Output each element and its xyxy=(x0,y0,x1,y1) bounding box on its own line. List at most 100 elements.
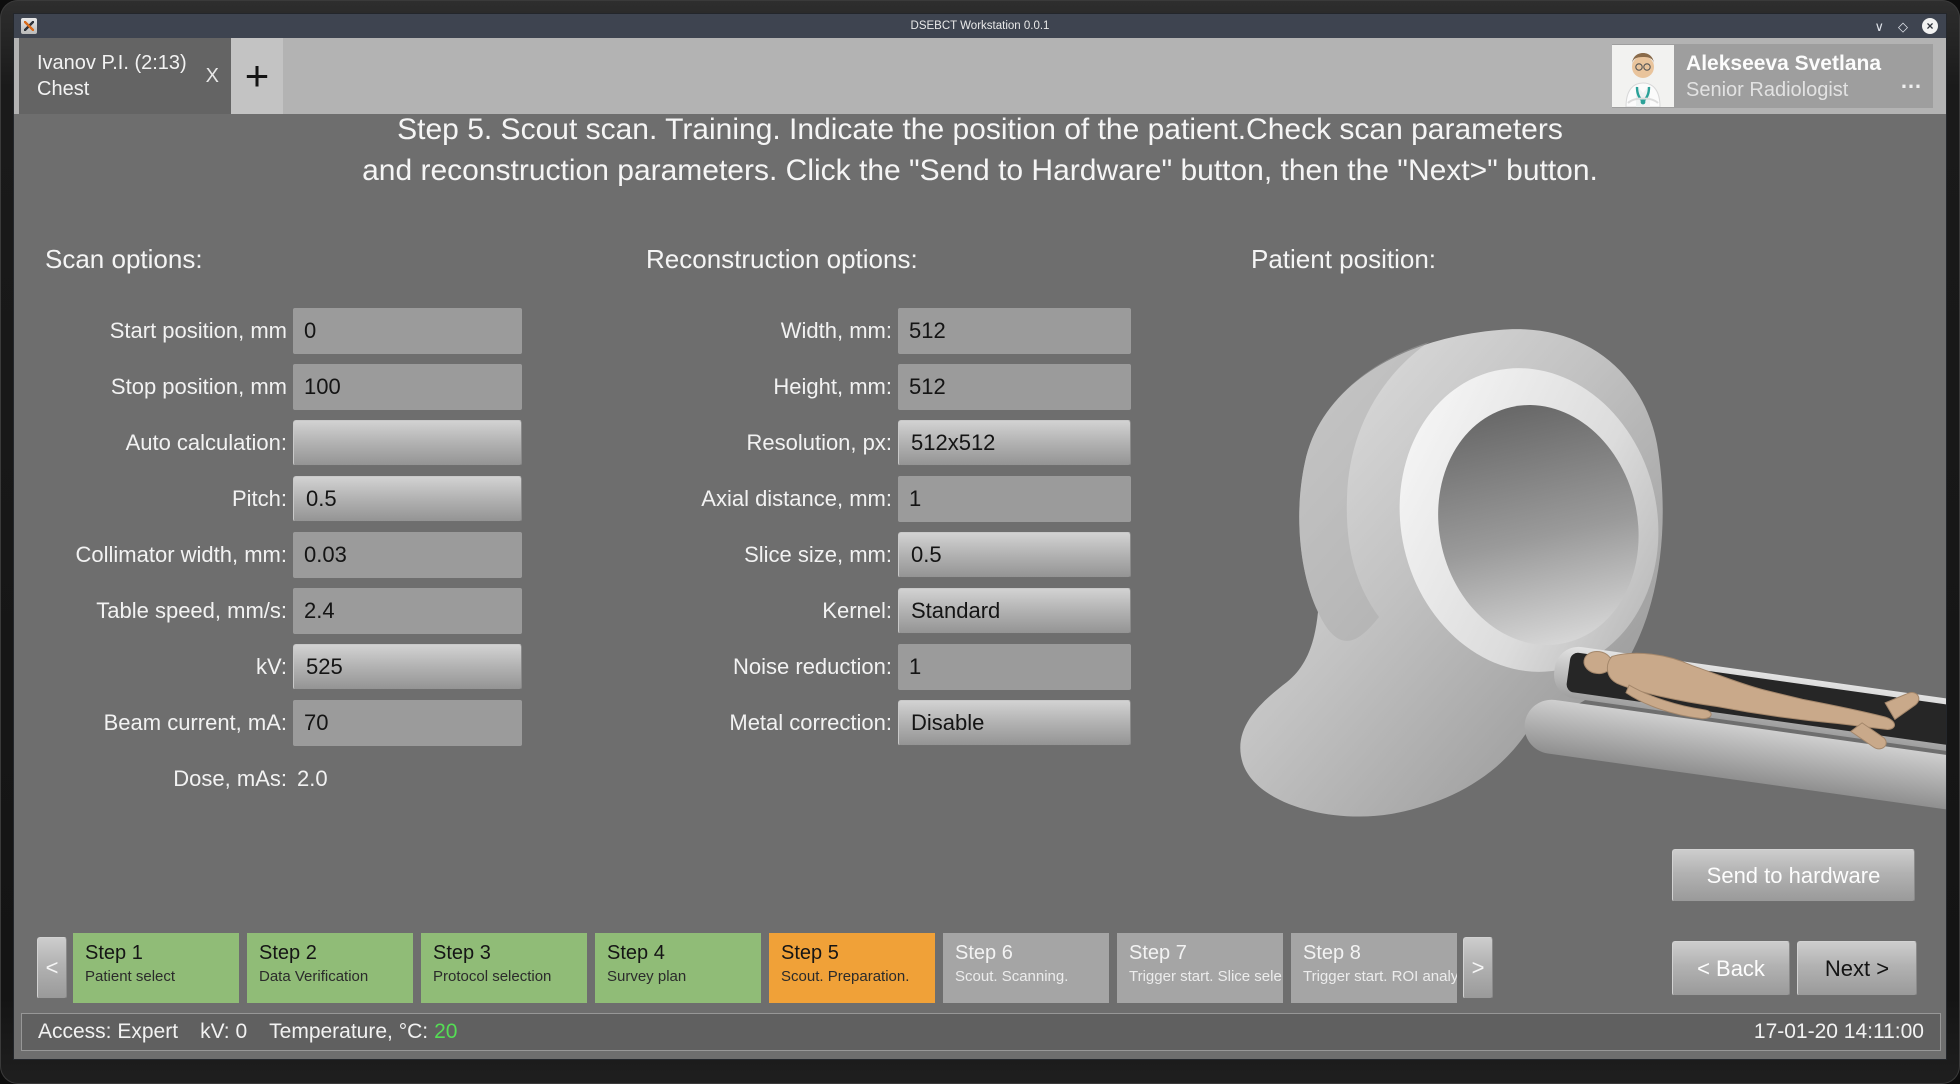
tab-study-name: Chest xyxy=(37,76,200,102)
form-row: Table speed, mm/s: xyxy=(45,588,522,634)
height-label: Height, mm: xyxy=(574,374,898,400)
form-row: kV: 525 xyxy=(45,644,522,690)
kv-status: kV: 0 xyxy=(200,1020,247,1044)
tab-bar: Ivanov P.I. (2:13) Chest X + xyxy=(14,38,1946,114)
ct-scanner-illustration xyxy=(1199,282,1947,854)
window-title: DSEBCT Workstation 0.0.1 xyxy=(14,20,1946,32)
start-position-field[interactable] xyxy=(293,308,522,354)
form-row: Pitch: 0.5 xyxy=(45,476,522,522)
auto-calculation-button[interactable] xyxy=(293,420,522,466)
table-speed-field[interactable] xyxy=(293,588,522,634)
height-field[interactable] xyxy=(898,364,1131,410)
screen: DSEBCT Workstation 0.0.1 ∨ ◇ × Ivanov P.… xyxy=(0,0,1960,1084)
pitch-field[interactable]: 0.5 xyxy=(293,476,522,522)
auto-calculation-label: Auto calculation: xyxy=(45,430,293,456)
close-icon[interactable]: × xyxy=(1922,18,1938,34)
user-chip[interactable]: Alekseeva Svetlana Senior Radiologist … xyxy=(1612,44,1933,108)
steps-scroll-right-button[interactable]: > xyxy=(1463,937,1493,999)
application-window: DSEBCT Workstation 0.0.1 ∨ ◇ × Ivanov P.… xyxy=(13,13,1947,1060)
tab-patient-study[interactable]: Ivanov P.I. (2:13) Chest X xyxy=(19,38,231,114)
step-1-tile[interactable]: Step 1 Patient select xyxy=(73,933,239,1003)
access-level: Access: Expert xyxy=(38,1020,178,1044)
resolution-label: Resolution, px: xyxy=(574,430,898,456)
step-title: Step 7 xyxy=(1129,940,1277,966)
dose-row: Dose, mAs: 2.0 xyxy=(45,756,522,802)
form-row: Width, mm: xyxy=(574,308,1131,354)
user-role: Senior Radiologist xyxy=(1686,77,1881,103)
metal-correction-field[interactable]: Disable xyxy=(898,700,1131,746)
noise-reduction-label: Noise reduction: xyxy=(574,654,898,680)
axial-distance-field[interactable] xyxy=(898,476,1131,522)
collimator-width-label: Collimator width, mm: xyxy=(45,542,293,568)
metal-correction-label: Metal correction: xyxy=(574,710,898,736)
width-field[interactable] xyxy=(898,308,1131,354)
temperature-label: Temperature, °C: xyxy=(269,1020,428,1044)
axial-distance-label: Axial distance, mm: xyxy=(574,486,898,512)
step-7-tile[interactable]: Step 7 Trigger start. Slice sele xyxy=(1117,933,1283,1003)
minimize-icon[interactable]: ∨ xyxy=(1874,20,1884,33)
resolution-field[interactable]: 512x512 xyxy=(898,420,1131,466)
beam-current-field[interactable] xyxy=(293,700,522,746)
pitch-label: Pitch: xyxy=(45,486,293,512)
slice-size-label: Slice size, mm: xyxy=(574,542,898,568)
step-4-tile[interactable]: Step 4 Survey plan xyxy=(595,933,761,1003)
next-button[interactable]: Next > xyxy=(1797,941,1917,996)
step-subtitle: Data Verification xyxy=(259,966,407,988)
steps-scroll-left-button[interactable]: < xyxy=(37,937,67,999)
form-row: Beam current, mA: xyxy=(45,700,522,746)
form-row: Noise reduction: xyxy=(574,644,1131,690)
tab-label: Ivanov P.I. (2:13) Chest xyxy=(37,50,200,102)
step-3-tile[interactable]: Step 3 Protocol selection xyxy=(421,933,587,1003)
temperature-value: 20 xyxy=(434,1020,457,1044)
width-label: Width, mm: xyxy=(574,318,898,344)
step-subtitle: Trigger start. ROI analy xyxy=(1303,966,1451,988)
tab-close-icon[interactable]: X xyxy=(202,65,223,88)
stop-position-field[interactable] xyxy=(293,364,522,410)
tab-patient-name: Ivanov P.I. (2:13) xyxy=(37,50,200,76)
step-title: Step 5 xyxy=(781,940,929,966)
beam-current-label: Beam current, mA: xyxy=(45,710,293,736)
reconstruction-options-form: Width, mm: Height, mm: Resolution, px: 5… xyxy=(574,308,1131,746)
noise-reduction-field[interactable] xyxy=(898,644,1131,690)
kv-field[interactable]: 525 xyxy=(293,644,522,690)
scan-options-form: Start position, mm Stop position, mm Aut… xyxy=(45,308,522,802)
collimator-width-field[interactable] xyxy=(293,532,522,578)
maximize-icon[interactable]: ◇ xyxy=(1898,20,1908,33)
instruction-line-2: and reconstruction parameters. Click the… xyxy=(14,150,1946,191)
step-title: Step 3 xyxy=(433,940,581,966)
back-button[interactable]: < Back xyxy=(1672,941,1790,996)
title-bar: DSEBCT Workstation 0.0.1 ∨ ◇ × xyxy=(14,14,1946,38)
reconstruction-options-heading: Reconstruction options: xyxy=(646,244,918,275)
step-5-tile[interactable]: Step 5 Scout. Preparation. xyxy=(769,933,935,1003)
user-menu-icon[interactable]: … xyxy=(1900,68,1923,94)
start-position-label: Start position, mm xyxy=(45,318,293,344)
new-tab-button[interactable]: + xyxy=(231,38,283,114)
table-speed-label: Table speed, mm/s: xyxy=(45,598,293,624)
window-controls: ∨ ◇ × xyxy=(1874,14,1938,38)
patient-position-heading: Patient position: xyxy=(1251,244,1436,275)
step-title: Step 8 xyxy=(1303,940,1451,966)
slice-size-field[interactable]: 0.5 xyxy=(898,532,1131,578)
form-row: Resolution, px: 512x512 xyxy=(574,420,1131,466)
send-to-hardware-button[interactable]: Send to hardware xyxy=(1672,849,1915,902)
form-row: Stop position, mm xyxy=(45,364,522,410)
step-2-tile[interactable]: Step 2 Data Verification xyxy=(247,933,413,1003)
step-title: Step 6 xyxy=(955,940,1103,966)
step-subtitle: Patient select xyxy=(85,966,233,988)
step-6-tile[interactable]: Step 6 Scout. Scanning. xyxy=(943,933,1109,1003)
form-row: Slice size, mm: 0.5 xyxy=(574,532,1131,578)
form-row: Kernel: Standard xyxy=(574,588,1131,634)
user-avatar xyxy=(1612,45,1674,107)
kv-label: kV: xyxy=(45,654,293,680)
step-title: Step 2 xyxy=(259,940,407,966)
form-row: Auto calculation: xyxy=(45,420,522,466)
step-subtitle: Protocol selection xyxy=(433,966,581,988)
user-name: Alekseeva Svetlana xyxy=(1686,50,1881,77)
step-subtitle: Scout. Preparation. xyxy=(781,966,929,988)
step-8-tile[interactable]: Step 8 Trigger start. ROI analy xyxy=(1291,933,1457,1003)
step-subtitle: Trigger start. Slice sele xyxy=(1129,966,1277,988)
step-title: Step 1 xyxy=(85,940,233,966)
dose-label: Dose, mAs: xyxy=(45,766,293,792)
scan-options-heading: Scan options: xyxy=(45,244,203,275)
kernel-field[interactable]: Standard xyxy=(898,588,1131,634)
